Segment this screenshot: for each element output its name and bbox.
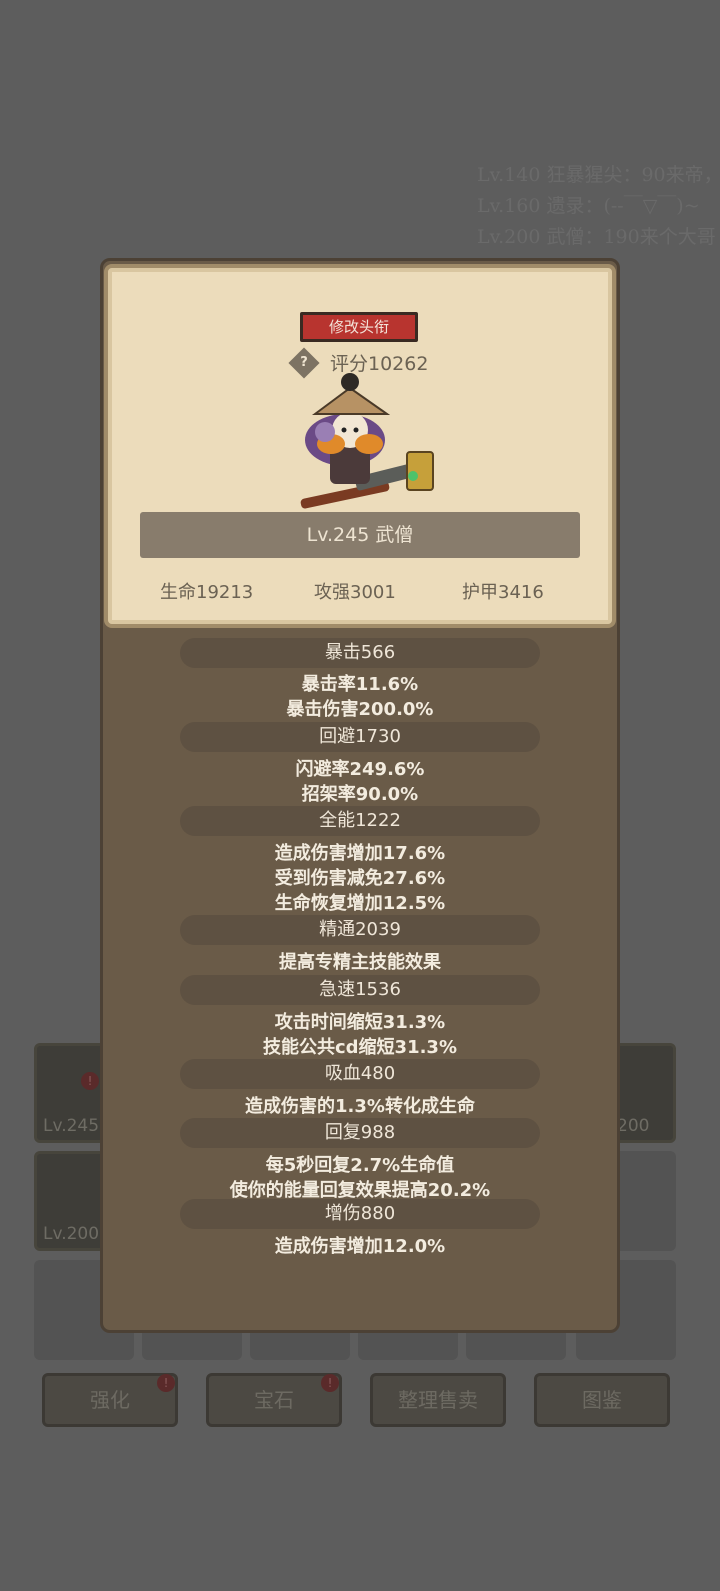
character-avatar — [295, 372, 445, 512]
stat-line: 暴击伤害200.0% — [286, 699, 434, 720]
hp-stat: 生命19213 — [160, 582, 254, 603]
stat-line: 闪避率249.6% — [295, 759, 425, 780]
attack-stat: 攻强3001 — [314, 582, 396, 603]
codex-button[interactable]: 图鉴 — [534, 1373, 670, 1427]
stat-header-lifesteal: 吸血480 — [180, 1059, 540, 1089]
slot-level: 200 — [617, 1116, 650, 1136]
rename-title-button[interactable]: 修改头衔 — [300, 312, 418, 342]
alert-badge-icon: ! — [81, 1072, 99, 1090]
empty-slot[interactable] — [612, 1151, 676, 1251]
stat-line: 造成伤害增加12.0% — [274, 1236, 446, 1257]
slot-level: Lv.245 — [43, 1116, 100, 1136]
sort-sell-label: 整理售卖 — [398, 1388, 478, 1412]
codex-label: 图鉴 — [582, 1388, 622, 1412]
equipment-slot[interactable]: Lv.200 — [34, 1151, 106, 1251]
alert-badge-icon: ! — [321, 1374, 339, 1392]
stat-header-dodge: 回避1730 — [180, 722, 540, 752]
stat-header-mastery: 精通2039 — [180, 915, 540, 945]
stat-line: 每5秒回复2.7%生命值 — [265, 1155, 455, 1176]
note-line: Lv.140 狂暴猩尖：90来帝， — [477, 164, 720, 186]
stat-line: 受到伤害减免27.6% — [274, 868, 446, 889]
stat-line: 生命恢复增加12.5% — [274, 893, 446, 914]
gem-button[interactable]: 宝石 ! — [206, 1373, 342, 1427]
note-line: Lv.160 遗录：(--￣▽￣)~ — [477, 195, 700, 217]
enhance-button[interactable]: 强化 ! — [42, 1373, 178, 1427]
enhance-label: 强化 — [90, 1388, 130, 1412]
stat-line: 造成伤害增加17.6% — [274, 843, 446, 864]
alert-badge-icon: ! — [157, 1374, 175, 1392]
slot-level: Lv.200 — [43, 1224, 100, 1244]
equipment-slot[interactable]: 200 — [612, 1043, 676, 1143]
stat-line: 技能公共cd缩短31.3% — [262, 1037, 457, 1058]
stat-header-regen: 回复988 — [180, 1118, 540, 1148]
stat-line: 提高专精主技能效果 — [279, 952, 441, 973]
background-notes: Lv.140 狂暴猩尖：90来帝， Lv.160 遗录：(--￣▽￣)~ Lv.… — [477, 160, 720, 253]
gem-label: 宝石 — [254, 1388, 294, 1412]
stat-header-haste: 急速1536 — [180, 975, 540, 1005]
armor-stat: 护甲3416 — [462, 582, 544, 603]
equipment-slot[interactable]: Lv.245 ! — [34, 1043, 106, 1143]
character-name-bar: Lv.245 武僧 — [140, 512, 580, 558]
note-line: Lv.200 武僧：190来个大哥 — [477, 226, 716, 248]
stat-line: 暴击率11.6% — [301, 674, 419, 695]
stat-header-crit: 暴击566 — [180, 638, 540, 668]
stat-header-versatility: 全能1222 — [180, 806, 540, 836]
stat-line: 招架率90.0% — [301, 784, 419, 805]
stat-line: 造成伤害的1.3%转化成生命 — [245, 1096, 475, 1117]
stat-header-damage-bonus: 增伤880 — [180, 1199, 540, 1229]
sort-sell-button[interactable]: 整理售卖 — [370, 1373, 506, 1427]
stat-line: 攻击时间缩短31.3% — [274, 1012, 446, 1033]
